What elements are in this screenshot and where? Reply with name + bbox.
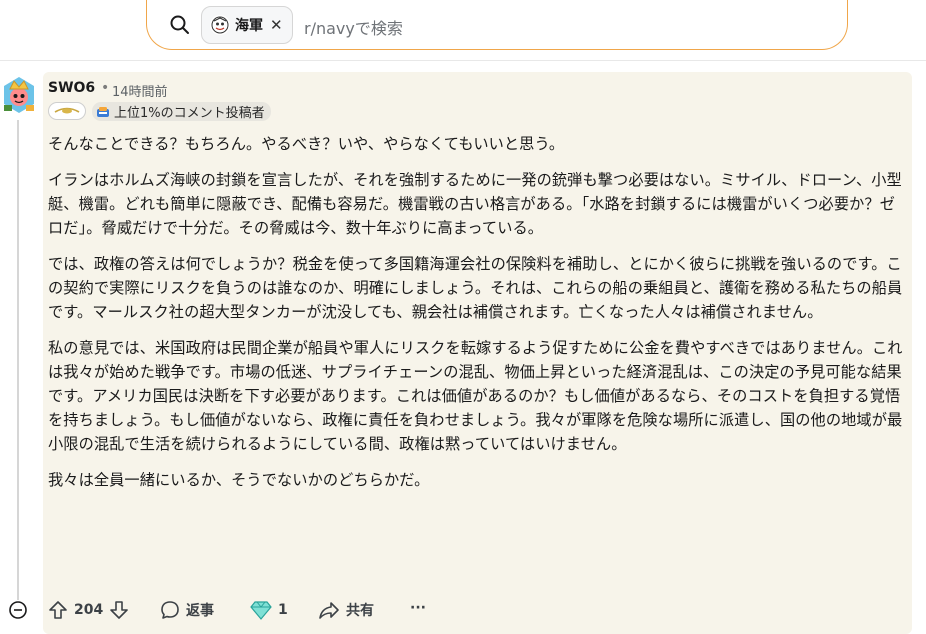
comment-paragraph: そんなことできる？もちろん。やるべき？いや、やらなくてもいいと思う。 <box>48 135 565 153</box>
surface-warfare-pin-icon <box>54 107 80 114</box>
more-options-icon: ··· <box>410 600 426 616</box>
top-header: 海軍 ✕ r/navyで検索 <box>0 0 926 61</box>
downvote-icon[interactable] <box>109 600 129 620</box>
comment-timestamp[interactable]: 14時間前 <box>112 81 168 100</box>
award-count: 1 <box>278 602 288 618</box>
badge-label: 上位1%のコメント投稿者 <box>114 106 265 121</box>
vote-group: 204 <box>48 600 129 620</box>
comment-paragraph: 我々は全員一緒にいるか、そうでないかのどちらかだ。 <box>48 471 430 489</box>
top-commenter-badge: 上位1%のコメント投稿者 <box>92 102 271 121</box>
subreddit-avatar-icon <box>210 15 230 35</box>
share-arrow-icon <box>318 600 340 620</box>
share-label: 共有 <box>346 603 374 619</box>
reply-label: 返事 <box>186 603 214 619</box>
comment-paragraph: イランはホルムズ海峡の封鎖を宣言したが、それを強制するために一発の銃弾も撃つ必要… <box>48 171 902 237</box>
search-input[interactable]: r/navyで検索 <box>304 15 403 39</box>
more-options-button[interactable]: ··· <box>410 600 426 616</box>
search-bar[interactable]: 海軍 ✕ r/navyで検索 <box>146 0 848 50</box>
award-gem-icon <box>250 600 272 620</box>
vote-count: 204 <box>74 602 104 618</box>
user-flair <box>48 102 86 120</box>
achievement-icon <box>96 105 110 119</box>
upvote-icon[interactable] <box>48 600 68 620</box>
comment-paragraph: 私の意見では、米国政府は民間企業が船員や軍人にリスクを転嫁するよう促すために公金… <box>48 339 903 453</box>
award-button[interactable]: 1 <box>250 600 288 620</box>
share-button[interactable]: 共有 <box>318 600 374 620</box>
close-icon[interactable]: ✕ <box>270 17 283 33</box>
thread-line[interactable] <box>17 120 19 600</box>
collapse-thread-icon[interactable] <box>8 600 28 620</box>
subreddit-filter-chip[interactable]: 海軍 ✕ <box>201 6 293 44</box>
comment-paragraph: では、政権の答えは何でしょうか？税金を使って多国籍海運会社の保険料を補助し、とに… <box>48 255 903 321</box>
meta-separator: • <box>101 80 110 96</box>
comment-body: そんなことできる？もちろん。やるべき？いや、やらなくてもいいと思う。 イランはホ… <box>48 132 906 504</box>
comment-username[interactable]: SWO6 <box>48 80 95 96</box>
subreddit-chip-label: 海軍 <box>235 18 263 34</box>
reply-button[interactable]: 返事 <box>160 600 214 620</box>
user-avatar[interactable] <box>0 75 38 115</box>
comment-bubble-icon <box>160 600 180 620</box>
search-icon[interactable] <box>169 14 191 36</box>
